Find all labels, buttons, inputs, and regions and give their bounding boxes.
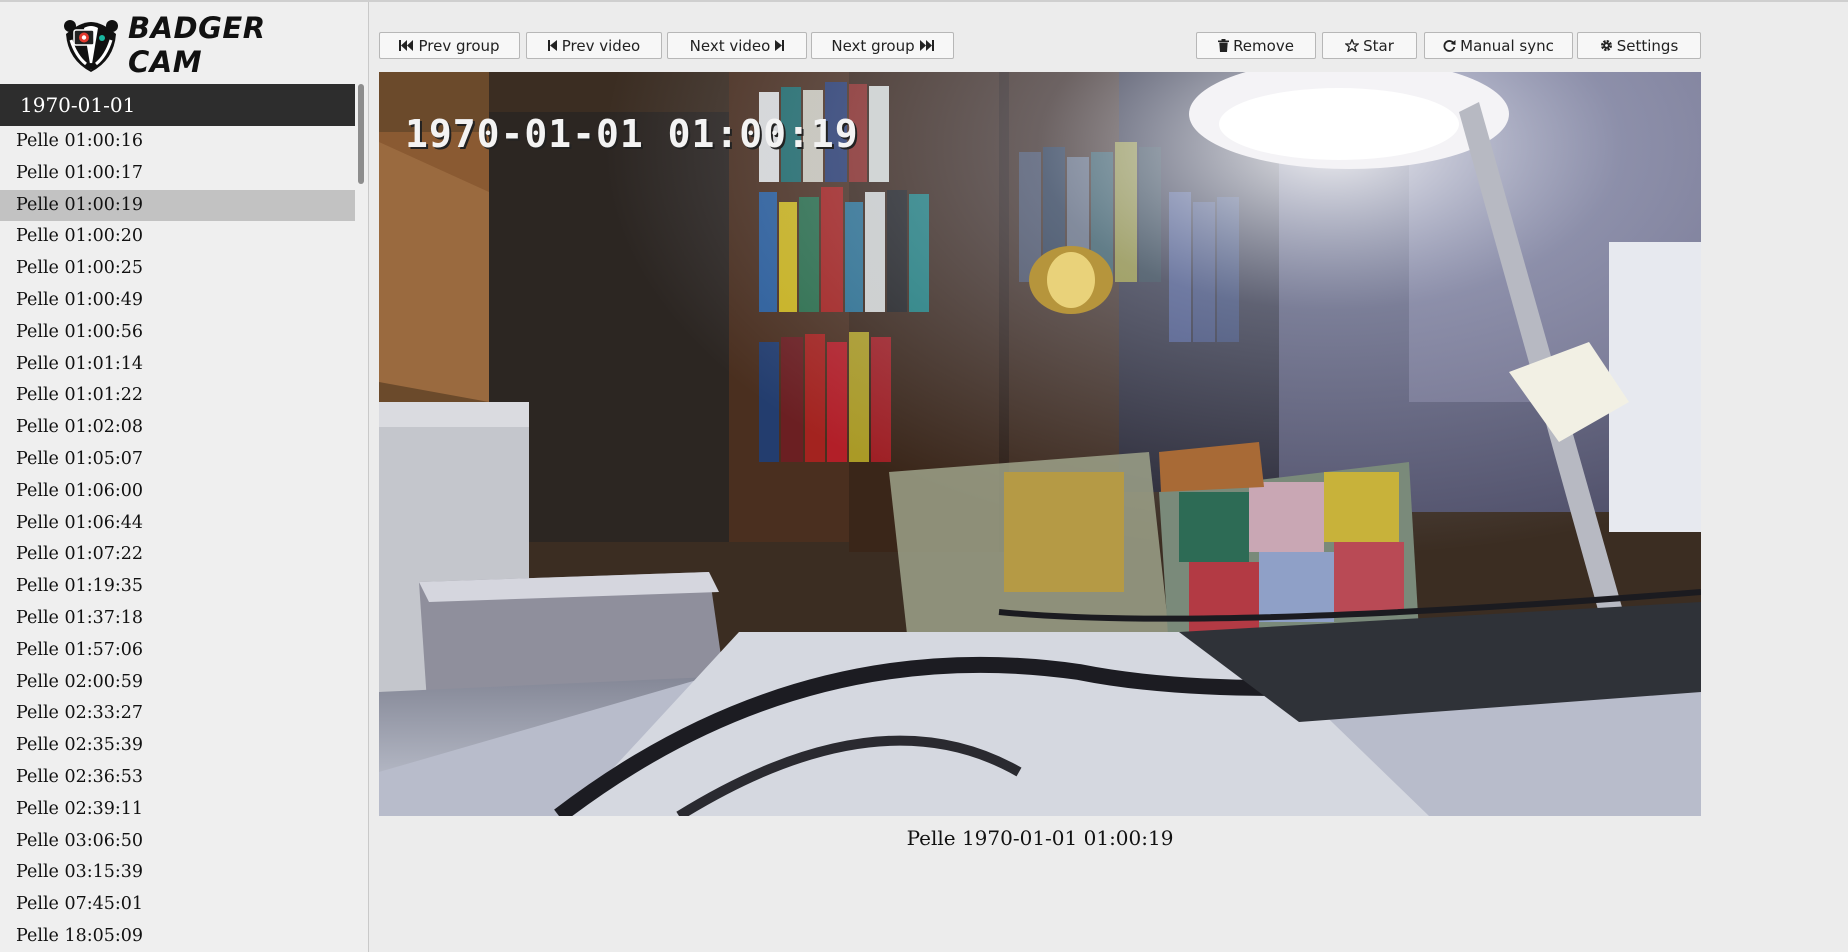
video-list-item[interactable]: Pelle 02:36:53 (0, 762, 355, 794)
sidebar-scrollbar[interactable] (356, 84, 366, 952)
video-list-item[interactable]: Pelle 02:35:39 (0, 730, 355, 762)
remove-button[interactable]: Remove (1196, 32, 1316, 59)
settings-label: Settings (1616, 36, 1679, 55)
prev-video-label: Prev video (561, 36, 641, 55)
video-list-item[interactable]: Pelle 01:01:14 (0, 349, 355, 381)
video-list-item[interactable]: Pelle 01:06:44 (0, 508, 355, 540)
badger-icon (62, 16, 120, 74)
next-video-button[interactable]: Next video (667, 32, 807, 59)
prev-group-button[interactable]: Prev group (379, 32, 520, 59)
settings-button[interactable]: Settings (1577, 32, 1701, 59)
video-list-item[interactable]: Pelle 01:06:00 (0, 476, 355, 508)
video-list-item[interactable]: Pelle 01:00:49 (0, 285, 355, 317)
trash-icon (1218, 39, 1230, 52)
video-items: Pelle 01:00:16 Pelle 01:00:17 Pelle 01:00:… (0, 126, 355, 952)
video-list-item[interactable]: Pelle 01:07:22 (0, 539, 355, 571)
prev-video-button[interactable]: Prev video (526, 32, 662, 59)
gear-icon (1600, 39, 1613, 52)
star-label: Star (1363, 36, 1394, 55)
video-timestamp-overlay: 1970-01-01 01:00:19 (405, 112, 859, 156)
video-list-item[interactable]: Pelle 01:00:16 (0, 126, 355, 158)
star-button[interactable]: Star (1322, 32, 1417, 59)
prev-group-label: Prev group (418, 36, 500, 55)
scrollbar-thumb[interactable] (358, 84, 364, 184)
video-player[interactable]: 1970-01-01 01:00:19 (379, 72, 1701, 816)
video-list-item[interactable]: Pelle 03:15:39 (0, 857, 355, 889)
video-list-item[interactable]: Pelle 18:05:09 (0, 921, 355, 952)
step-forward-icon (774, 40, 785, 51)
video-list-item[interactable]: Pelle 01:01:22 (0, 380, 355, 412)
manual-sync-label: Manual sync (1460, 36, 1554, 55)
video-list-item[interactable]: Pelle 03:06:50 (0, 826, 355, 858)
star-icon (1345, 39, 1360, 52)
step-backward-icon (547, 40, 558, 51)
logo-text: BADGER CAM (128, 11, 266, 79)
video-list-item[interactable]: Pelle 01:00:20 (0, 221, 355, 253)
video-list-item[interactable]: Pelle 01:00:56 (0, 317, 355, 349)
video-list-item[interactable]: Pelle 01:37:18 (0, 603, 355, 635)
video-list-item[interactable]: Pelle 01:05:07 (0, 444, 355, 476)
refresh-icon (1443, 39, 1456, 52)
video-still-image (379, 72, 1701, 816)
remove-label: Remove (1233, 36, 1294, 55)
app-logo: BADGER CAM (62, 11, 292, 79)
video-list[interactable]: 1970-01-01 Pelle 01:00:16 Pelle 01:00:17 P… (0, 84, 355, 952)
group-header[interactable]: 1970-01-01 (0, 84, 355, 126)
video-list-item[interactable]: Pelle 01:02:08 (0, 412, 355, 444)
fast-forward-icon (919, 40, 934, 51)
next-video-label: Next video (689, 36, 771, 55)
sidebar: BADGER CAM 1970-01-01 Pelle 01:00:16 Pell… (0, 2, 369, 952)
video-list-item[interactable]: Pelle 02:33:27 (0, 698, 355, 730)
video-list-item[interactable]: Pelle 02:00:59 (0, 667, 355, 699)
fast-backward-icon (399, 40, 414, 51)
video-list-item[interactable]: Pelle 07:45:01 (0, 889, 355, 921)
video-caption: Pelle 1970-01-01 01:00:19 (906, 826, 1174, 850)
video-list-item[interactable]: Pelle 01:57:06 (0, 635, 355, 667)
next-group-label: Next group (831, 36, 915, 55)
video-list-item[interactable]: Pelle 01:00:17 (0, 158, 355, 190)
video-list-item[interactable]: Pelle 01:19:35 (0, 571, 355, 603)
video-list-item[interactable]: Pelle 01:00:19 (0, 189, 355, 222)
next-group-button[interactable]: Next group (811, 32, 954, 59)
video-list-item[interactable]: Pelle 02:39:11 (0, 794, 355, 826)
manual-sync-button[interactable]: Manual sync (1424, 32, 1573, 59)
video-list-item[interactable]: Pelle 01:00:25 (0, 253, 355, 285)
